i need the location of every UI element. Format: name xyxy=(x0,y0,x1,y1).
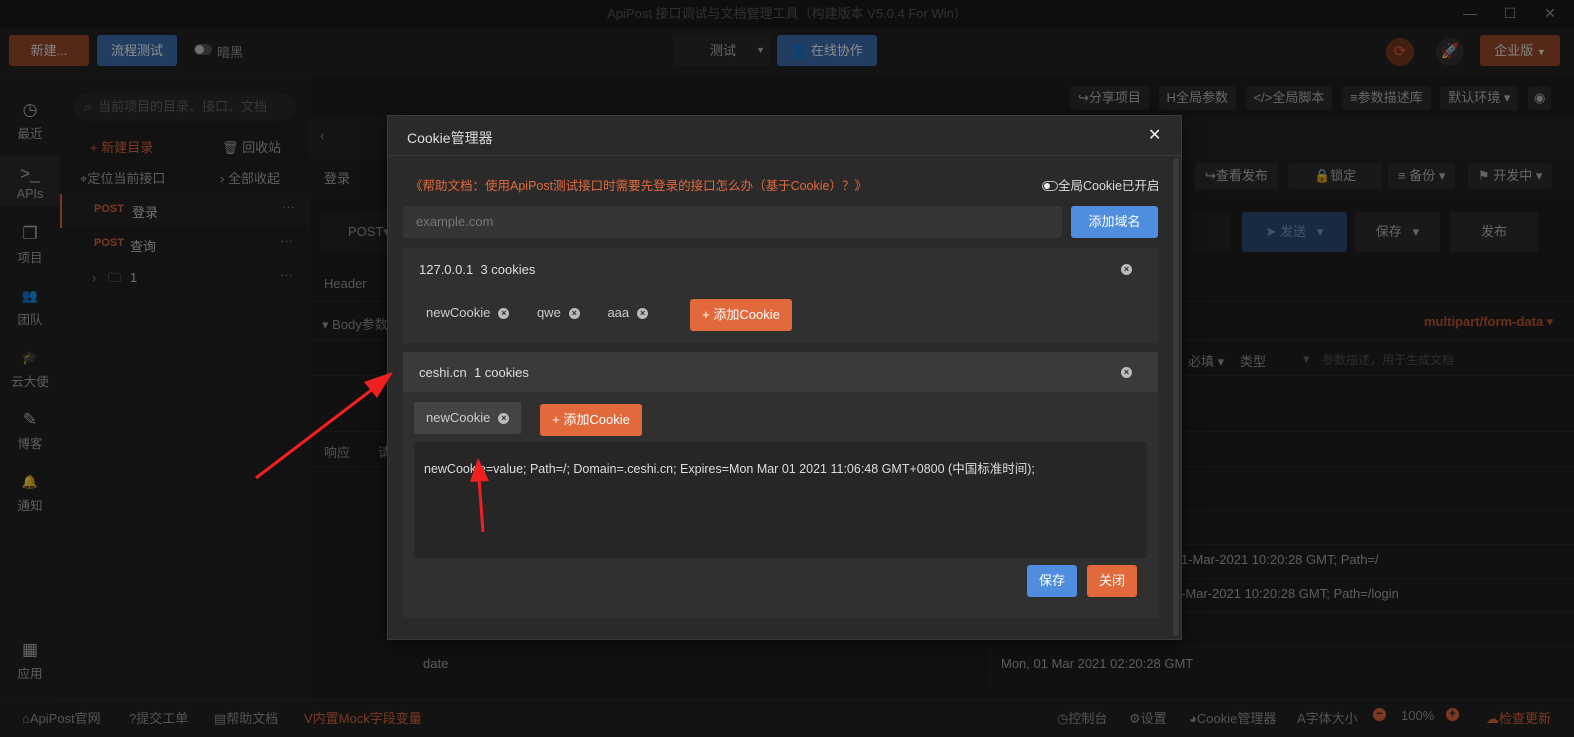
annotation-arrows xyxy=(255,372,489,533)
arrow-to-domain xyxy=(255,372,393,480)
arrow-to-cookie-text xyxy=(470,458,489,533)
